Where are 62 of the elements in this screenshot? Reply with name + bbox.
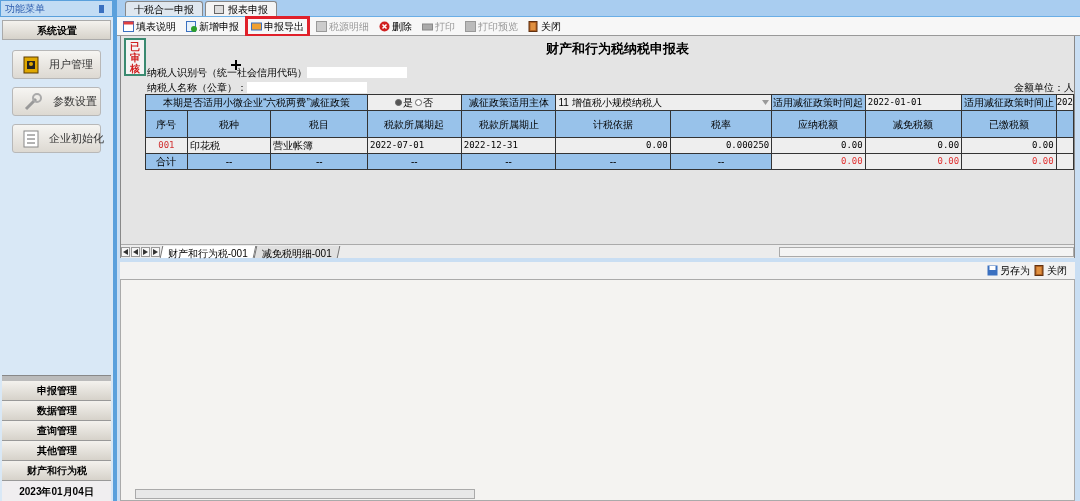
approved-stamp: 已审核 xyxy=(124,38,146,76)
toolbar-button[interactable]: 申报导出 xyxy=(247,17,308,35)
save-icon xyxy=(987,265,998,276)
add-document-icon xyxy=(186,20,197,32)
menu-item[interactable]: 其他管理 xyxy=(2,441,111,461)
unit-label: 金额单位：人 xyxy=(1014,81,1074,95)
menu-item[interactable]: 数据管理 xyxy=(2,401,111,421)
radio-option[interactable]: 否 xyxy=(415,95,434,110)
tab[interactable]: 十税合一申报 xyxy=(125,1,203,16)
report-title: 财产和行为税纳税申报表 xyxy=(546,39,689,58)
sidebar-button[interactable]: 用户管理 xyxy=(12,50,101,79)
wrench-icon xyxy=(23,92,43,111)
column-header: 序号 xyxy=(145,110,188,138)
table-cell[interactable]: 2022-01-01 xyxy=(865,94,962,111)
menu-item[interactable]: 财产和行为税 xyxy=(2,461,111,481)
horizontal-scrollbar[interactable] xyxy=(135,489,475,499)
field-label: 纳税人名称（公章）： xyxy=(147,81,247,95)
sheet-nav-button[interactable] xyxy=(121,246,130,257)
sheet-nav-button[interactable] xyxy=(141,246,150,257)
menu-item[interactable]: 查询管理 xyxy=(2,421,111,441)
door-icon xyxy=(528,20,539,32)
tab[interactable]: 报表申报 xyxy=(205,1,277,16)
column-header: 计税依据 xyxy=(555,110,671,138)
pin-icon[interactable] xyxy=(99,4,104,13)
panel-header: 功能菜单 xyxy=(0,0,113,17)
radio-option[interactable]: 是 xyxy=(395,95,414,110)
toolbar-button[interactable]: 删除 xyxy=(377,17,414,35)
column-header: 已缴税额 xyxy=(961,110,1057,138)
dropdown-field[interactable]: 11 增值税小规模纳税人 xyxy=(555,94,772,111)
menu-item[interactable]: 申报管理 xyxy=(2,381,111,401)
field-label: 纳税人识别号（统一社会信用代码） xyxy=(147,66,307,80)
column-header: 税目 xyxy=(270,110,368,138)
sheet-tab[interactable]: 减免税明细-001 xyxy=(253,245,341,258)
toolbar-button[interactable]: 关闭 xyxy=(526,17,563,35)
delete-icon xyxy=(379,20,390,32)
sheet-nav-button[interactable] xyxy=(151,246,160,257)
splitter-handle[interactable] xyxy=(2,375,111,381)
table-header-cell: 适用减征政策时间起 xyxy=(771,94,866,111)
column-header: 税率 xyxy=(670,110,772,138)
toolbar-button[interactable]: 填表说明 xyxy=(121,17,178,35)
toolbar-button[interactable]: 另存为 xyxy=(987,263,1030,278)
column-header: 减免税额 xyxy=(865,110,962,138)
table-header-cell: 适用减征政策时间止 xyxy=(961,94,1057,111)
id-card-icon xyxy=(23,55,39,74)
section-header[interactable]: 系统设置 xyxy=(2,20,111,40)
door-icon xyxy=(1034,265,1045,276)
toolbar-button[interactable]: 新增申报 xyxy=(184,17,241,35)
column-header: 税款所属期起 xyxy=(367,110,462,138)
calendar-icon xyxy=(123,20,134,32)
sheet-tab[interactable]: 财产和行为税-001 xyxy=(159,245,257,258)
sheet-nav-button[interactable] xyxy=(131,246,140,257)
column-header: 税种 xyxy=(187,110,271,138)
table-header-cell: 本期是否适用小微企业“六税两费”减征政策 xyxy=(145,94,368,111)
sidebar-button[interactable]: 参数设置 xyxy=(12,87,101,116)
column-header: 应纳税额 xyxy=(771,110,866,138)
export-icon xyxy=(251,20,262,32)
date-label: 2023年01月04日 xyxy=(2,481,111,501)
column-header: 税款所属期止 xyxy=(461,110,556,138)
table-header-cell: 减征政策适用主体 xyxy=(461,94,556,111)
horizontal-scrollbar[interactable] xyxy=(779,246,1074,257)
caret-icon xyxy=(762,100,770,105)
toolbar-button[interactable]: 关闭 xyxy=(1034,263,1067,278)
